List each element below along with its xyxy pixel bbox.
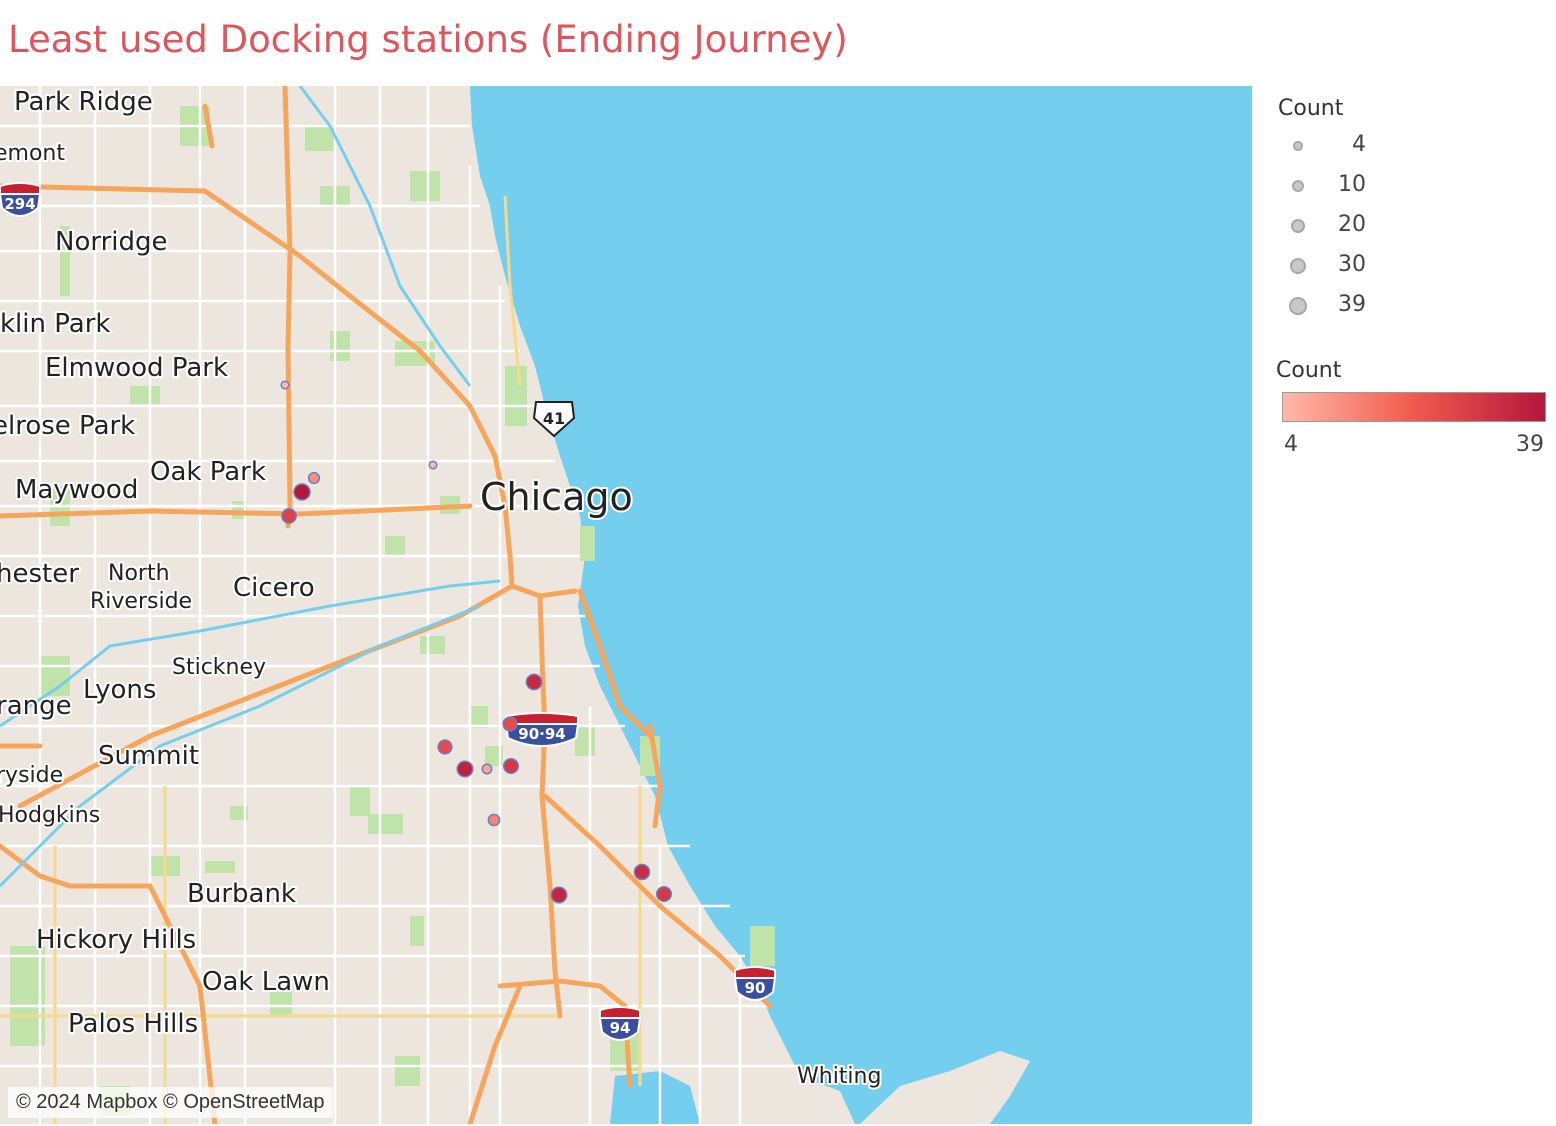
map-canvas[interactable]: 294 41 90·94 90 94 Park Ridge emont Norridge kl… <box>0 86 1252 1124</box>
place-label: Park Ridge <box>14 87 153 117</box>
station-marker[interactable] <box>655 885 673 903</box>
station-marker[interactable] <box>280 380 290 390</box>
size-legend-item[interactable]: 4 <box>1282 132 1482 172</box>
place-label: Riverside <box>90 589 192 614</box>
place-label: hester <box>0 559 79 589</box>
svg-text:90: 90 <box>745 979 766 997</box>
place-label: Oak Lawn <box>202 967 330 997</box>
place-label: Lyons <box>83 675 156 705</box>
station-marker[interactable] <box>437 739 453 755</box>
size-legend-dot <box>1289 297 1307 315</box>
place-label: klin Park <box>0 309 110 339</box>
color-legend-max: 39 <box>1516 432 1544 457</box>
color-legend-title: Count <box>1276 358 1342 383</box>
interstate-shield-icon: 90·94 <box>504 712 580 747</box>
size-legend-label: 4 <box>1352 132 1366 157</box>
size-legend-dot <box>1291 179 1305 193</box>
map-svg[interactable]: 294 41 90·94 90 94 Park Ridge emont Norridge kl… <box>0 86 1252 1124</box>
place-label: Palos Hills <box>68 1009 198 1039</box>
size-legend-dot <box>1289 257 1307 275</box>
place-label: Hickory Hills <box>36 925 196 955</box>
station-marker[interactable] <box>481 763 493 775</box>
size-legend-label: 30 <box>1338 252 1366 277</box>
place-label: Whiting <box>797 1064 881 1089</box>
size-legend-label: 10 <box>1338 172 1366 197</box>
place-label: Cicero <box>233 573 315 603</box>
interstate-shield-icon: 90 <box>733 966 777 1001</box>
color-legend-min: 4 <box>1284 432 1298 457</box>
place-label: ryside <box>0 763 63 788</box>
place-label: Elmwood Park <box>45 353 228 383</box>
place-label: Maywood <box>15 475 138 505</box>
page-title: Least used Docking stations (Ending Jour… <box>8 18 848 61</box>
size-legend-item[interactable]: 39 <box>1282 292 1482 332</box>
svg-text:41: 41 <box>543 409 565 428</box>
place-label: Norridge <box>55 227 168 257</box>
interstate-shield-icon: 294 <box>0 182 42 217</box>
place-label: Hodgkins <box>0 803 100 828</box>
map-attribution[interactable]: © 2024 Mapbox © OpenStreetMap <box>8 1087 333 1118</box>
station-marker[interactable] <box>502 716 518 732</box>
svg-text:90·94: 90·94 <box>518 725 565 743</box>
place-label: Chicago <box>480 475 633 519</box>
svg-text:94: 94 <box>610 1019 631 1037</box>
station-marker[interactable] <box>633 863 651 881</box>
station-marker[interactable] <box>502 757 520 775</box>
size-legend-title: Count <box>1278 96 1344 121</box>
station-marker[interactable] <box>487 813 501 827</box>
place-label: Oak Park <box>150 457 266 487</box>
color-ramp <box>1282 392 1546 422</box>
size-legend-dot <box>1290 218 1306 234</box>
size-legend-item[interactable]: 30 <box>1282 252 1482 292</box>
place-label: emont <box>0 141 65 166</box>
place-label: Summit <box>98 741 199 771</box>
size-legend-dot <box>1293 141 1303 151</box>
station-marker[interactable] <box>281 508 297 524</box>
station-marker[interactable] <box>307 471 321 485</box>
interstate-shield-icon: 94 <box>598 1006 642 1041</box>
size-legend-label: 20 <box>1338 212 1366 237</box>
station-marker[interactable] <box>550 886 568 904</box>
place-label: Stickney <box>172 655 266 680</box>
size-legend-label: 39 <box>1338 292 1366 317</box>
size-legend-item[interactable]: 10 <box>1282 172 1482 212</box>
place-label: North <box>108 561 170 586</box>
station-marker[interactable] <box>525 673 543 691</box>
place-label: range <box>0 691 72 721</box>
station-marker[interactable] <box>428 460 438 470</box>
place-label: elrose Park <box>0 411 135 441</box>
station-marker[interactable] <box>456 760 474 778</box>
svg-text:294: 294 <box>4 195 35 213</box>
size-legend-item[interactable]: 20 <box>1282 212 1482 252</box>
place-label: Burbank <box>187 879 296 909</box>
station-marker[interactable] <box>293 483 311 501</box>
